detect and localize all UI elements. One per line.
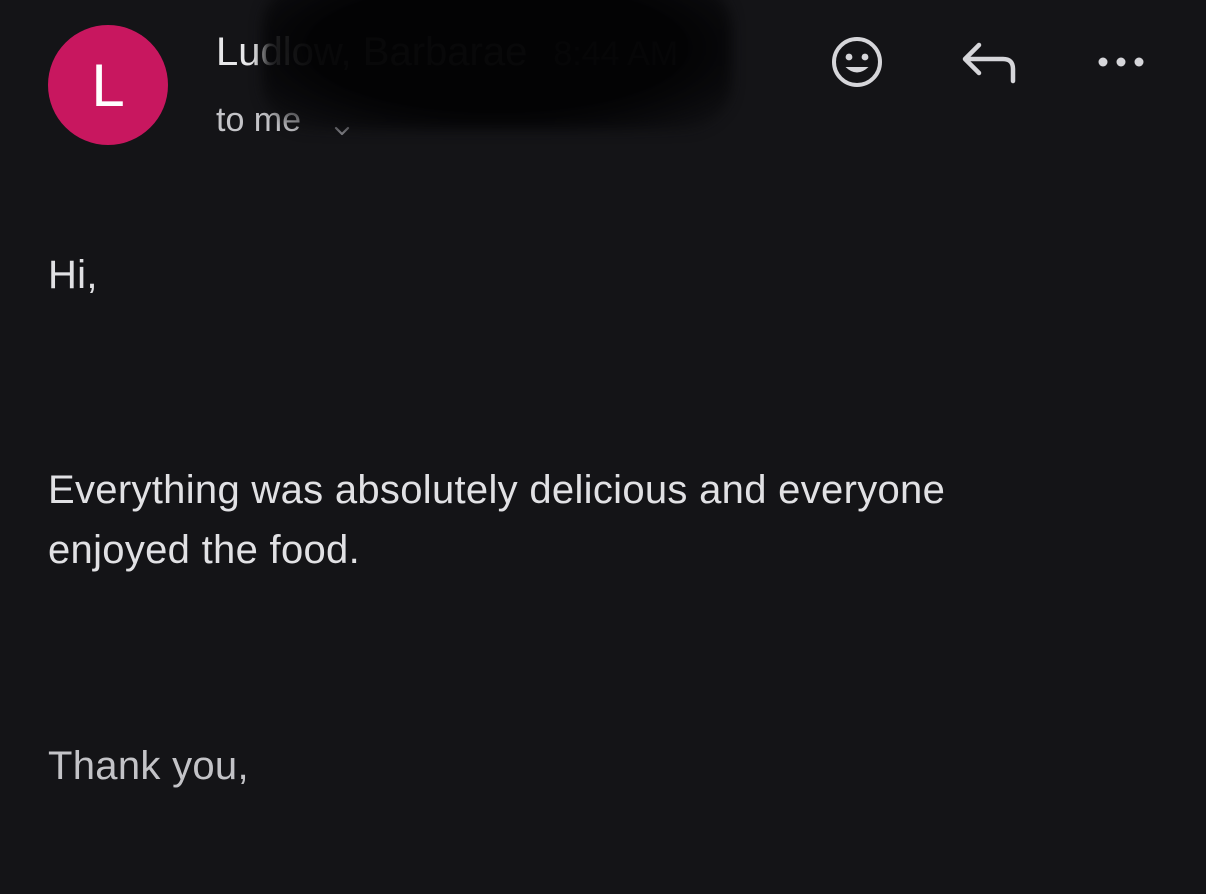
message-header: L Ludlow, Barbarae 8:44 AM to me <box>0 0 1206 170</box>
message-greeting: Hi, <box>48 253 98 297</box>
sender-name[interactable]: Ludlow, Barbarae <box>216 30 527 74</box>
more-options-button[interactable] <box>1091 32 1151 92</box>
message-closing: Thank you, <box>48 744 249 788</box>
message-body-line: enjoyed the food. <box>48 528 361 572</box>
more-horizontal-icon <box>1093 52 1149 72</box>
avatar-letter: L <box>91 51 125 119</box>
sender-avatar[interactable]: L <box>48 25 168 145</box>
reply-arrow-icon <box>959 37 1021 87</box>
message-body-line: Everything was absolutely delicious and … <box>48 468 946 512</box>
reply-button[interactable] <box>960 32 1020 92</box>
message-time: 8:44 AM <box>553 35 679 73</box>
recipient-label: to me <box>216 101 302 139</box>
recipient-toggle[interactable]: to me <box>216 98 353 142</box>
chevron-down-icon[interactable] <box>331 109 353 136</box>
smiley-face-icon <box>829 34 885 90</box>
add-reaction-button[interactable] <box>827 32 887 92</box>
sender-line: Ludlow, Barbarae 8:44 AM <box>216 28 678 78</box>
